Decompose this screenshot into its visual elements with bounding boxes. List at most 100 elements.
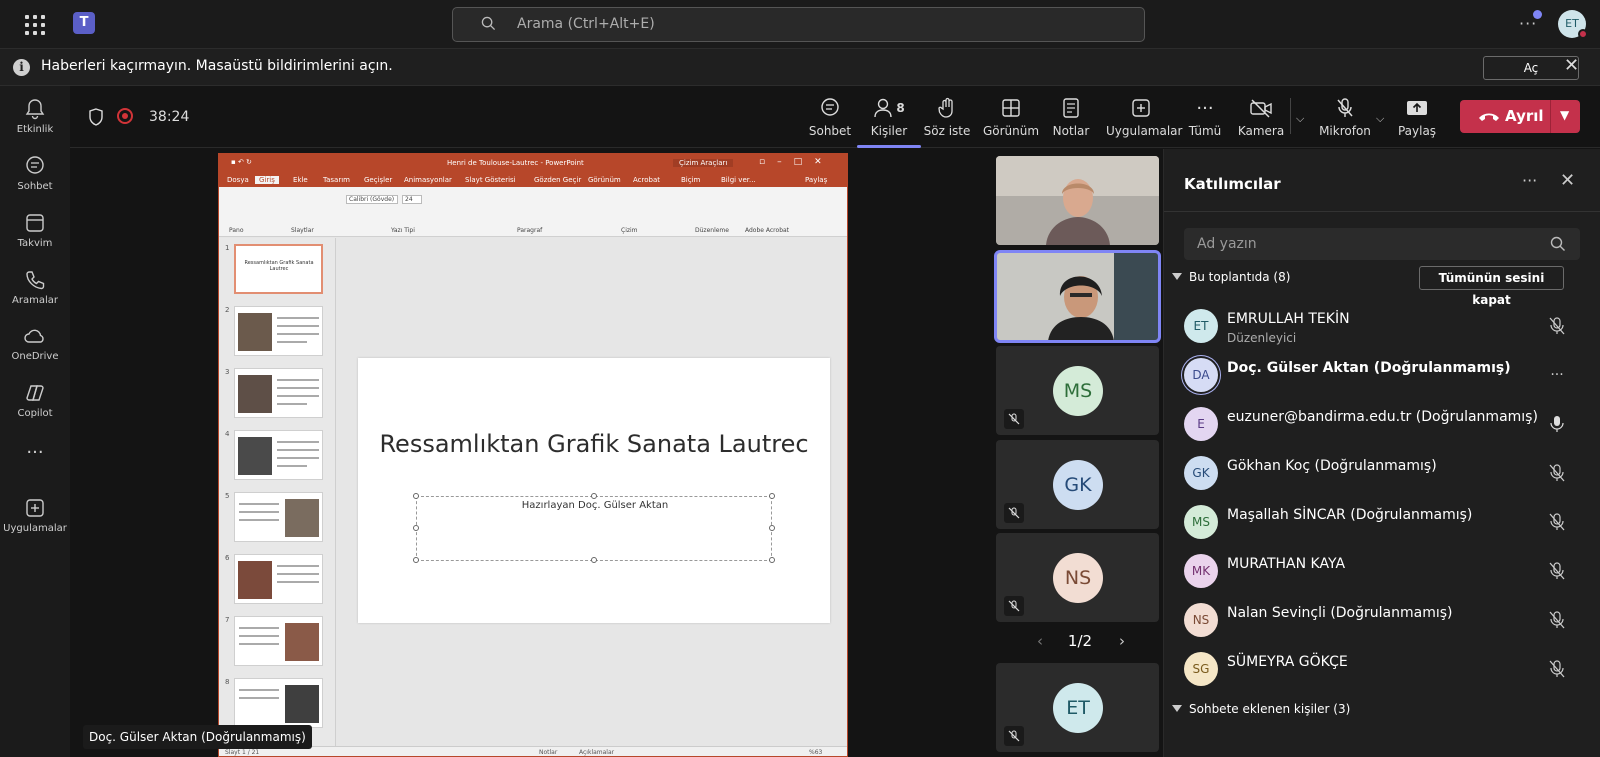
app-launcher-icon[interactable] bbox=[25, 15, 45, 35]
slide-thumbnail[interactable] bbox=[234, 368, 323, 418]
video-tile[interactable]: NS bbox=[996, 533, 1159, 622]
subtitle-textbox[interactable]: Hazırlayan Doç. Gülser Aktan bbox=[413, 493, 775, 563]
chevron-left-icon[interactable]: ‹ bbox=[1037, 632, 1043, 650]
ppt-tab: Tasarım bbox=[323, 176, 350, 184]
page-indicator: 1/2 bbox=[1067, 632, 1093, 650]
rail-item-apps[interactable]: Uygulamalar bbox=[0, 495, 70, 534]
view-button[interactable]: Görünüm bbox=[979, 96, 1043, 138]
apps-button[interactable]: Uygulamalar bbox=[1106, 96, 1182, 138]
ppt-tab: Gözden Geçir bbox=[534, 176, 582, 184]
ppt-tab: Bilgi ver... bbox=[721, 176, 756, 184]
rail-item-chat[interactable]: Sohbet bbox=[0, 153, 70, 192]
participant-row[interactable]: E euzuner@bandirma.edu.tr (Doğrulanmamış… bbox=[1184, 401, 1584, 449]
resize-handle[interactable] bbox=[591, 493, 597, 499]
rail-item-activity[interactable]: Etkinlik bbox=[0, 96, 70, 135]
search-placeholder: Arama (Ctrl+Alt+E) bbox=[517, 16, 655, 32]
chat-button[interactable]: Sohbet bbox=[799, 96, 861, 138]
participant-row[interactable]: NS Nalan Sevinçli (Doğrulanmamış) bbox=[1184, 597, 1584, 645]
people-icon bbox=[874, 98, 893, 118]
video-tile[interactable] bbox=[996, 156, 1159, 245]
rail-label: Etkinlik bbox=[16, 124, 54, 135]
ribbon-group-label: Yazı Tipi bbox=[391, 227, 415, 234]
slide-thumbnail[interactable] bbox=[234, 306, 323, 356]
current-slide[interactable]: Ressamlıktan Grafik Sanata Lautrec Hazır… bbox=[358, 358, 830, 623]
resize-handle[interactable] bbox=[769, 493, 775, 499]
participant-video bbox=[996, 252, 1159, 341]
ribbon-group-label: Pano bbox=[229, 227, 244, 234]
people-count: 8 bbox=[896, 101, 905, 115]
comments-toggle[interactable]: Açıklamalar bbox=[579, 749, 614, 756]
avatar: MK bbox=[1184, 554, 1218, 588]
participant-row[interactable]: GK Gökhan Koç (Doğrulanmamış) bbox=[1184, 450, 1584, 498]
chat-label: Sohbet bbox=[808, 124, 852, 138]
search-box[interactable]: Arama (Ctrl+Alt+E) bbox=[452, 7, 1145, 42]
participant-row[interactable]: ET EMRULLAH TEKİN Düzenleyici bbox=[1184, 303, 1584, 351]
avatar: GK bbox=[1184, 456, 1218, 490]
close-icon[interactable]: ✕ bbox=[1564, 55, 1579, 76]
ppt-tab: Dosya bbox=[227, 176, 249, 184]
participant-name: Maşallah SİNCAR (Doğrulanmamış) bbox=[1227, 507, 1473, 523]
mute-all-button[interactable]: Tümünün sesini kapat bbox=[1419, 266, 1564, 307]
ribbon-group-label: Düzenleme bbox=[695, 227, 729, 234]
camera-button[interactable]: Kamera bbox=[1236, 96, 1286, 138]
notes-button[interactable]: Notlar bbox=[1046, 96, 1096, 138]
more-icon[interactable]: ··· bbox=[1522, 171, 1537, 190]
participant-row[interactable]: SG SÜMEYRA GÖKÇE bbox=[1184, 646, 1584, 694]
avatar: NS bbox=[1184, 603, 1218, 637]
ppt-tab: Geçişler bbox=[364, 176, 393, 184]
font-name-box: Calibri (Gövde) bbox=[346, 195, 398, 204]
people-button[interactable]: 8 Kişiler bbox=[857, 96, 921, 148]
slide-thumbnail-pane: 1 Ressamlıktan Grafik Sanata Lautrec 2 3… bbox=[219, 238, 336, 746]
participant-row-presenter[interactable]: DA Doç. Gülser Aktan (Doğrulanmamış) ··· bbox=[1184, 352, 1584, 400]
slide-number: 6 bbox=[225, 554, 230, 562]
info-icon: i bbox=[13, 59, 30, 76]
mic-button[interactable]: Mikrofon bbox=[1315, 96, 1375, 138]
participant-row[interactable]: MS Maşallah SİNCAR (Doğrulanmamış) bbox=[1184, 499, 1584, 547]
rail-item-calls[interactable]: Aramalar bbox=[0, 267, 70, 306]
divider bbox=[1290, 98, 1291, 134]
slide-thumbnail[interactable] bbox=[234, 678, 323, 728]
participant-row[interactable]: MK MURATHAN KAYA bbox=[1184, 548, 1584, 596]
mic-options-chevron-icon[interactable]: ⌵ bbox=[1376, 112, 1384, 126]
rail-item-copilot[interactable]: Copilot bbox=[0, 380, 70, 419]
more-actions-button[interactable]: ··· Tümü bbox=[1185, 96, 1225, 139]
resize-handle[interactable] bbox=[591, 557, 597, 563]
video-tile[interactable]: GK bbox=[996, 440, 1159, 529]
leave-button[interactable]: Ayrıl ▼ bbox=[1460, 100, 1580, 133]
phone-icon bbox=[26, 271, 45, 290]
slide-thumbnail[interactable] bbox=[234, 430, 323, 480]
slide-thumbnail[interactable] bbox=[234, 492, 323, 542]
presence-badge bbox=[1578, 29, 1588, 39]
thumbnail-title: Ressamlıktan Grafik Sanata Lautrec bbox=[244, 260, 314, 272]
slide-count: Slayt 1 / 21 bbox=[225, 749, 260, 756]
slide-thumbnail[interactable]: Ressamlıktan Grafik Sanata Lautrec bbox=[234, 244, 323, 294]
video-tile-active-speaker[interactable] bbox=[994, 250, 1161, 343]
resize-handle[interactable] bbox=[413, 557, 419, 563]
more-apps-icon[interactable]: ··· bbox=[0, 442, 70, 463]
rail-item-onedrive[interactable]: OneDrive bbox=[0, 323, 70, 362]
ppt-ribbon-tabs: Dosya Giriş Ekle Tasarım Geçişler Animas… bbox=[219, 174, 847, 187]
resize-handle[interactable] bbox=[769, 525, 775, 531]
notes-toggle[interactable]: Notlar bbox=[539, 749, 557, 756]
notes-icon bbox=[1063, 98, 1079, 118]
slide-thumbnail[interactable] bbox=[234, 554, 323, 604]
added-to-chat-section-header[interactable]: Sohbete eklenen kişiler (3) bbox=[1172, 702, 1350, 716]
video-tile-self[interactable]: ET bbox=[996, 663, 1159, 752]
share-button[interactable]: Paylaş bbox=[1392, 96, 1442, 138]
resize-handle[interactable] bbox=[413, 525, 419, 531]
rail-item-calendar[interactable]: Takvim bbox=[0, 210, 70, 249]
camera-options-chevron-icon[interactable]: ⌵ bbox=[1296, 112, 1304, 126]
in-meeting-section-header[interactable]: Bu toplantıda (8) bbox=[1172, 270, 1290, 284]
chat-icon bbox=[26, 156, 44, 174]
resize-handle[interactable] bbox=[413, 493, 419, 499]
resize-handle[interactable] bbox=[769, 557, 775, 563]
presenter-name-caption: Doç. Gülser Aktan (Doğrulanmamış) bbox=[83, 725, 312, 749]
chevron-down-icon[interactable]: ▼ bbox=[1560, 108, 1569, 122]
more-icon[interactable]: ··· bbox=[1547, 365, 1567, 385]
raise-hand-button[interactable]: Söz iste bbox=[917, 96, 977, 138]
participant-search-input[interactable]: Ad yazın bbox=[1184, 228, 1580, 260]
close-icon[interactable]: ✕ bbox=[1560, 170, 1575, 191]
slide-thumbnail[interactable] bbox=[234, 616, 323, 666]
video-tile[interactable]: MS bbox=[996, 346, 1159, 435]
chevron-right-icon[interactable]: › bbox=[1119, 632, 1125, 650]
